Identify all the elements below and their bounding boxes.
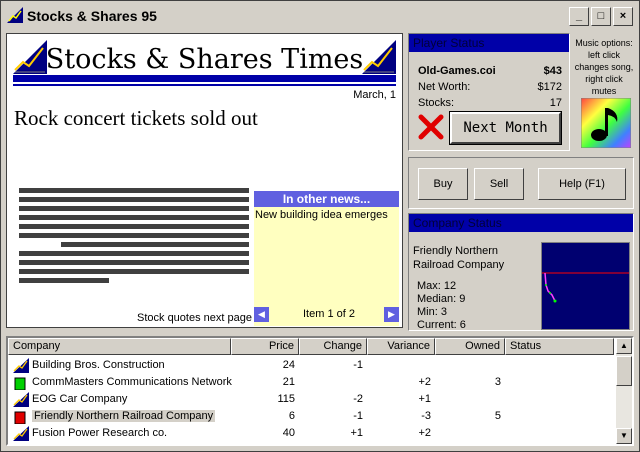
next-month-button[interactable]: Next Month bbox=[450, 112, 561, 144]
other-news-box: In other news... New building idea emerg… bbox=[254, 191, 399, 326]
news-pager: Item 1 of 2 bbox=[303, 308, 355, 320]
stocks-row: Stocks: 17 bbox=[418, 97, 562, 109]
action-buttons-panel: Buy Sell Help (F1) bbox=[408, 157, 634, 209]
row-price: 40 bbox=[282, 427, 295, 439]
row-owned: 5 bbox=[494, 410, 501, 422]
prev-news-button[interactable]: ◀ bbox=[254, 307, 269, 322]
app-window: Stocks & Shares 95 _ □ × Stocks & Shares… bbox=[0, 0, 640, 452]
row-variance: +2 bbox=[418, 376, 431, 388]
company-median: Median: 9 bbox=[417, 293, 466, 305]
scroll-thumb[interactable] bbox=[616, 356, 632, 386]
row-change: -1 bbox=[353, 359, 363, 371]
company-stats: Max: 12 Median: 9 Min: 3 Current: 6 bbox=[417, 280, 466, 332]
price-history-graph bbox=[541, 242, 630, 330]
minimize-button[interactable]: _ bbox=[569, 7, 589, 26]
sell-button[interactable]: Sell bbox=[474, 168, 524, 200]
company-name-row: Old-Games.coi $43 bbox=[418, 65, 562, 77]
green-bar-icon bbox=[14, 377, 26, 390]
col-company[interactable]: Company bbox=[8, 338, 231, 355]
music-note-icon[interactable] bbox=[581, 98, 631, 148]
masthead-rule bbox=[13, 75, 396, 82]
player-cash: $43 bbox=[543, 65, 562, 77]
masthead-title: Stocks & Shares Times bbox=[45, 44, 364, 75]
player-status-panel: Player Status Old-Games.coi $43 Net Wort… bbox=[408, 33, 570, 151]
article-text-placeholder bbox=[19, 188, 249, 287]
factory-icon bbox=[13, 392, 29, 407]
company-current: Current: 6 bbox=[417, 319, 466, 331]
row-company: Building Bros. Construction bbox=[32, 359, 165, 371]
next-news-button[interactable]: ▶ bbox=[384, 307, 399, 322]
scroll-down-arrow-icon[interactable]: ▼ bbox=[616, 428, 632, 444]
net-worth-label: Net Worth: bbox=[418, 81, 471, 93]
table-row[interactable]: EOG Car Company 115 -2 +1 bbox=[8, 391, 614, 408]
player-company: Old-Games.coi bbox=[418, 65, 496, 77]
row-variance: -3 bbox=[421, 410, 431, 422]
row-change: -1 bbox=[353, 410, 363, 422]
music-options-text: Music options: left click changes song, … bbox=[574, 38, 634, 96]
quit-x-icon[interactable] bbox=[418, 114, 444, 140]
masthead-rule-thin bbox=[13, 84, 396, 86]
close-button[interactable]: × bbox=[613, 7, 633, 26]
row-company: Friendly Northern Railroad Company bbox=[32, 410, 216, 422]
row-change: +1 bbox=[350, 427, 363, 439]
col-price[interactable]: Price bbox=[231, 338, 299, 355]
window-title: Stocks & Shares 95 bbox=[27, 8, 157, 24]
row-price: 6 bbox=[288, 410, 295, 422]
title-bar[interactable]: Stocks & Shares 95 _ □ × bbox=[1, 1, 639, 31]
company-status-name: Friendly Northern Railroad Company bbox=[413, 245, 505, 271]
company-status-panel: Company Status Friendly Northern Railroa… bbox=[408, 213, 634, 331]
row-variance: +1 bbox=[418, 393, 431, 405]
row-owned: 3 bbox=[494, 376, 501, 388]
other-news-header: In other news... bbox=[254, 191, 399, 207]
row-price: 24 bbox=[282, 359, 295, 371]
stock-quotes-note: Stock quotes next page bbox=[137, 312, 252, 324]
table-row[interactable]: CommMasters Communications Network 21 +2 3 bbox=[8, 374, 614, 391]
help-button[interactable]: Help (F1) bbox=[538, 168, 626, 200]
factory-icon bbox=[13, 358, 29, 373]
stocks-value: 17 bbox=[549, 97, 562, 109]
app-chart-icon bbox=[7, 7, 23, 23]
masthead-chart-icon-right bbox=[362, 40, 396, 74]
row-price: 115 bbox=[277, 393, 295, 405]
row-variance: +2 bbox=[418, 427, 431, 439]
scroll-up-arrow-icon[interactable]: ▲ bbox=[616, 338, 632, 354]
table-row[interactable]: Fusion Power Research co. 40 +1 +2 bbox=[8, 425, 614, 442]
player-status-header: Player Status bbox=[409, 34, 569, 52]
row-price: 21 bbox=[282, 376, 295, 388]
red-bar-icon bbox=[14, 411, 26, 424]
row-company: Fusion Power Research co. bbox=[32, 427, 168, 439]
newspaper-date: March, 1 bbox=[353, 89, 396, 101]
row-company: EOG Car Company bbox=[32, 393, 128, 405]
col-variance[interactable]: Variance bbox=[367, 338, 435, 355]
other-news-item: New building idea emerges bbox=[255, 209, 388, 221]
factory-icon bbox=[13, 426, 29, 441]
row-change: -2 bbox=[353, 393, 363, 405]
table-row[interactable]: Friendly Northern Railroad Company 6 -1 -3 5 bbox=[8, 408, 614, 425]
maximize-button[interactable]: □ bbox=[591, 7, 611, 26]
company-max: Max: 12 bbox=[417, 280, 457, 292]
stocks-label: Stocks: bbox=[418, 97, 455, 109]
net-worth-row: Net Worth: $172 bbox=[418, 81, 562, 93]
col-owned[interactable]: Owned bbox=[435, 338, 505, 355]
stock-list[interactable]: Company Price Change Variance Owned Stat… bbox=[6, 336, 634, 446]
company-status-header: Company Status bbox=[409, 214, 633, 232]
table-row[interactable]: Building Bros. Construction 24 -1 bbox=[8, 357, 614, 374]
buy-button[interactable]: Buy bbox=[418, 168, 468, 200]
net-worth-value: $172 bbox=[537, 81, 562, 93]
headline: Rock concert tickets sold out bbox=[14, 106, 258, 130]
col-status[interactable]: Status bbox=[505, 338, 614, 355]
vertical-scrollbar[interactable]: ▲ ▼ bbox=[616, 338, 632, 444]
col-change[interactable]: Change bbox=[299, 338, 367, 355]
newspaper-panel: Stocks & Shares Times March, 1 Rock conc… bbox=[6, 33, 403, 328]
company-min: Min: 3 bbox=[417, 306, 447, 318]
row-company: CommMasters Communications Network bbox=[32, 376, 232, 388]
